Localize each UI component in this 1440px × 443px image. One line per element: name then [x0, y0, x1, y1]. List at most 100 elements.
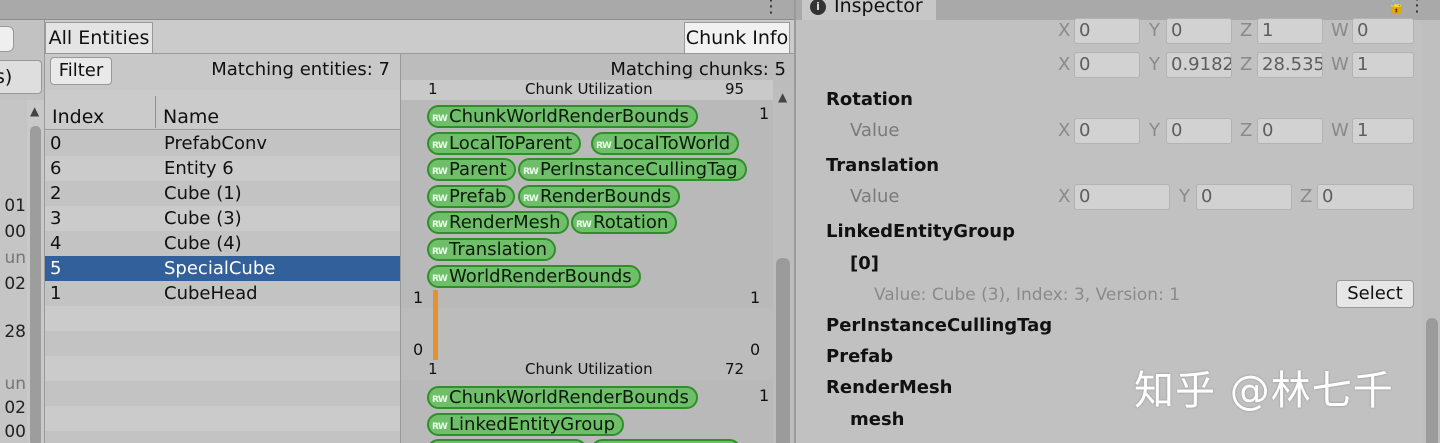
- component-tag[interactable]: RW Rotation: [571, 211, 678, 234]
- rw-icon: RW: [432, 194, 448, 204]
- y-field[interactable]: 0: [1166, 18, 1232, 44]
- per-instance-culling-tag-label[interactable]: PerInstanceCullingTag: [826, 315, 1052, 336]
- component-tag[interactable]: RW Parent: [427, 158, 516, 181]
- translation-x-field[interactable]: 0: [1074, 184, 1170, 210]
- left-toolbar-button[interactable]: s): [0, 60, 42, 94]
- rw-icon: RW: [432, 422, 448, 432]
- matching-entities-count: Matching entities: 7: [211, 59, 390, 80]
- scroll-up-icon[interactable]: ▲: [30, 104, 39, 118]
- util-min: 1: [428, 80, 438, 98]
- element-label[interactable]: [0]: [850, 253, 879, 274]
- w-field[interactable]: 0: [1352, 18, 1414, 44]
- w-field[interactable]: 1: [1352, 52, 1414, 78]
- x-field[interactable]: 0: [1074, 52, 1140, 78]
- search-field[interactable]: [0, 26, 14, 52]
- util-label: Chunk Utilization: [525, 80, 653, 98]
- rw-icon: RW: [432, 114, 448, 124]
- top-tab-strip: ⋮: [0, 0, 794, 20]
- chunk-info-button[interactable]: Chunk Info: [684, 22, 790, 54]
- util-label: Chunk Utilization: [525, 360, 653, 378]
- axis-label-z: Z: [1300, 186, 1313, 207]
- axis-label-x: X: [1058, 20, 1071, 41]
- rotation-z-field[interactable]: 0: [1257, 118, 1323, 144]
- column-header-index[interactable]: Index: [52, 106, 104, 128]
- rotation-label[interactable]: Rotation: [826, 89, 913, 110]
- table-row[interactable]: 3 Cube (3): [45, 206, 401, 231]
- scrollbar-thumb[interactable]: [1426, 318, 1438, 443]
- column-divider[interactable]: [155, 96, 156, 128]
- component-tag-partial[interactable]: [591, 439, 741, 443]
- component-tag[interactable]: RW Translation: [427, 238, 557, 261]
- render-mesh-label[interactable]: RenderMesh: [826, 377, 953, 398]
- filter-button[interactable]: Filter: [50, 57, 112, 85]
- axis-label-w: W: [1331, 120, 1349, 141]
- util-min: 1: [428, 360, 438, 378]
- axis-label-x: X: [1058, 120, 1071, 141]
- util-max: 72: [725, 360, 745, 378]
- rotation-w-field[interactable]: 1: [1352, 118, 1414, 144]
- table-row-selected[interactable]: 5 SpecialCube: [45, 256, 401, 281]
- inspector-tab-title: Inspector: [834, 0, 923, 17]
- select-button[interactable]: Select: [1336, 280, 1414, 308]
- rw-icon: RW: [432, 247, 448, 257]
- table-row[interactable]: 6 Entity 6: [45, 156, 401, 181]
- scroll-up-icon[interactable]: ▲: [778, 90, 787, 104]
- clipped-text: 02: [4, 274, 26, 294]
- x-field[interactable]: 0: [1074, 18, 1140, 44]
- left-clipped-panel: s) 01 00 un 02 28 un 02 00 ▲: [0, 20, 44, 443]
- empty-row: [45, 381, 401, 406]
- component-tag[interactable]: RW LinkedEntityGroup: [427, 413, 625, 436]
- axis-label-x: X: [1058, 186, 1071, 207]
- clipped-text: 00: [4, 222, 26, 242]
- component-tag[interactable]: RW ChunkWorldRenderBounds: [427, 105, 698, 128]
- y-field[interactable]: 0.9182: [1166, 52, 1232, 78]
- more-options-icon[interactable]: ⋮: [1408, 0, 1426, 16]
- rotation-x-field[interactable]: 0: [1074, 118, 1140, 144]
- component-tag[interactable]: RW WorldRenderBounds: [427, 265, 641, 288]
- component-tag-partial[interactable]: [427, 439, 587, 443]
- z-field[interactable]: 28.535: [1257, 52, 1323, 78]
- table-row[interactable]: 0 PrefabConv: [45, 131, 401, 156]
- mesh-label[interactable]: mesh: [850, 409, 905, 430]
- more-options-icon[interactable]: ⋮: [762, 0, 780, 17]
- component-tag[interactable]: RW LocalToParent: [427, 132, 582, 155]
- axis-label-y: Y: [1149, 120, 1160, 141]
- chunk-scrollbar[interactable]: ▲: [773, 88, 793, 443]
- axis-label-z: Z: [1240, 20, 1253, 41]
- component-tag[interactable]: RW PerInstanceCullingTag: [518, 158, 747, 181]
- table-row[interactable]: 1 CubeHead: [45, 281, 401, 306]
- clipped-text: 00: [4, 422, 26, 442]
- lock-icon[interactable]: 🔓: [1387, 0, 1406, 15]
- translation-label[interactable]: Translation: [826, 155, 939, 176]
- translation-z-field[interactable]: 0: [1317, 184, 1414, 210]
- column-header-name[interactable]: Name: [163, 106, 219, 128]
- rw-icon: RW: [596, 141, 612, 151]
- all-entities-button[interactable]: All Entities: [45, 22, 153, 54]
- chunk-utilization-header: 1 Chunk Utilization 95: [401, 80, 773, 100]
- z-field[interactable]: 1: [1257, 18, 1323, 44]
- axis-label-y: Y: [1149, 54, 1160, 75]
- component-tag[interactable]: RW ChunkWorldRenderBounds: [427, 386, 698, 409]
- empty-row: [45, 406, 401, 431]
- util-max: 95: [725, 80, 745, 98]
- scrollbar-thumb[interactable]: [776, 258, 790, 443]
- component-tag[interactable]: RW RenderBounds: [518, 185, 681, 208]
- entity-list-panel: Filter Matching entities: 7 Index Name 0…: [44, 54, 401, 443]
- clipped-text: un: [4, 248, 26, 268]
- prefab-label[interactable]: Prefab: [826, 346, 893, 367]
- component-tag[interactable]: RW RenderMesh: [427, 211, 570, 234]
- component-tag[interactable]: RW LocalToWorld: [591, 132, 740, 155]
- left-scrollbar[interactable]: ▲: [27, 100, 44, 443]
- translation-y-field[interactable]: 0: [1196, 184, 1292, 210]
- table-row[interactable]: 4 Cube (4): [45, 231, 401, 256]
- histogram-top-left: 1: [413, 288, 424, 307]
- component-tag[interactable]: RW Prefab: [427, 185, 516, 208]
- rotation-y-field[interactable]: 0: [1166, 118, 1232, 144]
- scrollbar-thumb[interactable]: [30, 126, 41, 443]
- utilization-bar: [433, 290, 438, 360]
- inspector-tab[interactable]: i Inspector: [802, 0, 936, 20]
- linked-entity-group-label[interactable]: LinkedEntityGroup: [826, 221, 1015, 242]
- table-row[interactable]: 2 Cube (1): [45, 181, 401, 206]
- inspector-scrollbar[interactable]: [1422, 20, 1440, 443]
- linked-value-text: Value: Cube (3), Index: 3, Version: 1: [874, 285, 1181, 305]
